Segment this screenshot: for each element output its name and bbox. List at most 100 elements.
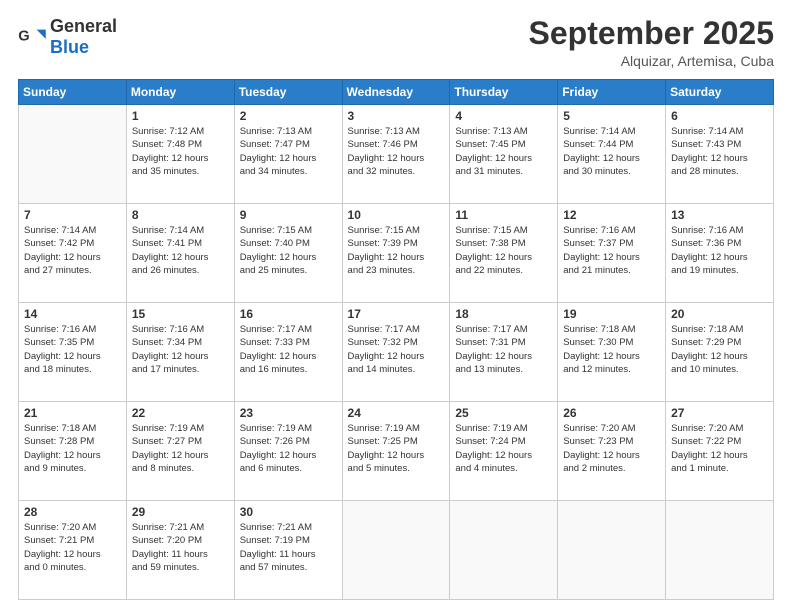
table-row: 17 Sunrise: 7:17 AM Sunset: 7:32 PM Dayli… (342, 303, 450, 402)
table-row: 26 Sunrise: 7:20 AM Sunset: 7:23 PM Dayli… (558, 402, 666, 501)
day-number: 17 (348, 307, 445, 321)
day-info: Sunrise: 7:19 AM Sunset: 7:24 PM Dayligh… (455, 422, 552, 475)
day-number: 9 (240, 208, 337, 222)
day-info: Sunrise: 7:15 AM Sunset: 7:40 PM Dayligh… (240, 224, 337, 277)
table-row: 5 Sunrise: 7:14 AM Sunset: 7:44 PM Daylig… (558, 105, 666, 204)
logo-icon: G (18, 26, 46, 48)
day-info: Sunrise: 7:16 AM Sunset: 7:34 PM Dayligh… (132, 323, 229, 376)
table-row: 30 Sunrise: 7:21 AM Sunset: 7:19 PM Dayli… (234, 501, 342, 600)
col-wednesday: Wednesday (342, 80, 450, 105)
day-number: 18 (455, 307, 552, 321)
calendar-table: Sunday Monday Tuesday Wednesday Thursday… (18, 79, 774, 600)
table-row: 8Sunrise: 7:14 AM Sunset: 7:41 PM Daylig… (126, 204, 234, 303)
day-info: Sunrise: 7:16 AM Sunset: 7:36 PM Dayligh… (671, 224, 768, 277)
col-thursday: Thursday (450, 80, 558, 105)
logo-blue: Blue (50, 37, 89, 57)
day-info: Sunrise: 7:18 AM Sunset: 7:29 PM Dayligh… (671, 323, 768, 376)
table-row: 24 Sunrise: 7:19 AM Sunset: 7:25 PM Dayli… (342, 402, 450, 501)
table-row: 27 Sunrise: 7:20 AM Sunset: 7:22 PM Dayli… (666, 402, 774, 501)
day-number: 5 (563, 109, 660, 123)
table-row (666, 501, 774, 600)
day-number: 24 (348, 406, 445, 420)
calendar-header-row: Sunday Monday Tuesday Wednesday Thursday… (19, 80, 774, 105)
day-info: Sunrise: 7:16 AM Sunset: 7:35 PM Dayligh… (24, 323, 121, 376)
day-info: Sunrise: 7:14 AM Sunset: 7:44 PM Dayligh… (563, 125, 660, 178)
day-info: Sunrise: 7:20 AM Sunset: 7:21 PM Dayligh… (24, 521, 121, 574)
day-number: 2 (240, 109, 337, 123)
table-row (19, 105, 127, 204)
day-number: 16 (240, 307, 337, 321)
day-info: Sunrise: 7:20 AM Sunset: 7:22 PM Dayligh… (671, 422, 768, 475)
table-row: 7Sunrise: 7:14 AM Sunset: 7:42 PM Daylig… (19, 204, 127, 303)
day-number: 19 (563, 307, 660, 321)
day-number: 3 (348, 109, 445, 123)
day-number: 21 (24, 406, 121, 420)
day-info: Sunrise: 7:20 AM Sunset: 7:23 PM Dayligh… (563, 422, 660, 475)
table-row: 14 Sunrise: 7:16 AM Sunset: 7:35 PM Dayli… (19, 303, 127, 402)
day-info: Sunrise: 7:21 AM Sunset: 7:20 PM Dayligh… (132, 521, 229, 574)
calendar-week-row: 28 Sunrise: 7:20 AM Sunset: 7:21 PM Dayli… (19, 501, 774, 600)
table-row: 22Sunrise: 7:19 AM Sunset: 7:27 PM Dayli… (126, 402, 234, 501)
month-title: September 2025 (529, 16, 774, 51)
table-row: 2 Sunrise: 7:13 AM Sunset: 7:47 PM Daylig… (234, 105, 342, 204)
day-info: Sunrise: 7:17 AM Sunset: 7:32 PM Dayligh… (348, 323, 445, 376)
day-number: 27 (671, 406, 768, 420)
location: Alquizar, Artemisa, Cuba (529, 53, 774, 69)
calendar-week-row: 14 Sunrise: 7:16 AM Sunset: 7:35 PM Dayli… (19, 303, 774, 402)
day-number: 10 (348, 208, 445, 222)
logo: G General Blue (18, 16, 117, 58)
day-info: Sunrise: 7:15 AM Sunset: 7:39 PM Dayligh… (348, 224, 445, 277)
day-info: Sunrise: 7:19 AM Sunset: 7:25 PM Dayligh… (348, 422, 445, 475)
table-row: 21 Sunrise: 7:18 AM Sunset: 7:28 PM Dayli… (19, 402, 127, 501)
day-number: 20 (671, 307, 768, 321)
day-info: Sunrise: 7:17 AM Sunset: 7:31 PM Dayligh… (455, 323, 552, 376)
day-info: Sunrise: 7:16 AM Sunset: 7:37 PM Dayligh… (563, 224, 660, 277)
day-number: 23 (240, 406, 337, 420)
table-row: 28 Sunrise: 7:20 AM Sunset: 7:21 PM Dayli… (19, 501, 127, 600)
calendar-week-row: 7Sunrise: 7:14 AM Sunset: 7:42 PM Daylig… (19, 204, 774, 303)
day-number: 12 (563, 208, 660, 222)
day-info: Sunrise: 7:18 AM Sunset: 7:28 PM Dayligh… (24, 422, 121, 475)
day-info: Sunrise: 7:21 AM Sunset: 7:19 PM Dayligh… (240, 521, 337, 574)
day-info: Sunrise: 7:13 AM Sunset: 7:46 PM Dayligh… (348, 125, 445, 178)
day-info: Sunrise: 7:14 AM Sunset: 7:42 PM Dayligh… (24, 224, 121, 277)
day-number: 29 (132, 505, 229, 519)
day-number: 30 (240, 505, 337, 519)
day-info: Sunrise: 7:13 AM Sunset: 7:45 PM Dayligh… (455, 125, 552, 178)
col-sunday: Sunday (19, 80, 127, 105)
svg-text:G: G (18, 29, 29, 45)
day-number: 14 (24, 307, 121, 321)
day-number: 26 (563, 406, 660, 420)
day-number: 4 (455, 109, 552, 123)
table-row: 15 Sunrise: 7:16 AM Sunset: 7:34 PM Dayli… (126, 303, 234, 402)
logo-general: General (50, 16, 117, 36)
table-row: 1Sunrise: 7:12 AM Sunset: 7:48 PM Daylig… (126, 105, 234, 204)
table-row: 6Sunrise: 7:14 AM Sunset: 7:43 PM Daylig… (666, 105, 774, 204)
day-number: 15 (132, 307, 229, 321)
day-number: 25 (455, 406, 552, 420)
day-info: Sunrise: 7:13 AM Sunset: 7:47 PM Dayligh… (240, 125, 337, 178)
col-saturday: Saturday (666, 80, 774, 105)
col-friday: Friday (558, 80, 666, 105)
day-number: 11 (455, 208, 552, 222)
table-row: 12 Sunrise: 7:16 AM Sunset: 7:37 PM Dayli… (558, 204, 666, 303)
table-row: 9 Sunrise: 7:15 AM Sunset: 7:40 PM Daylig… (234, 204, 342, 303)
day-info: Sunrise: 7:14 AM Sunset: 7:41 PM Dayligh… (132, 224, 229, 277)
table-row (342, 501, 450, 600)
table-row: 10 Sunrise: 7:15 AM Sunset: 7:39 PM Dayli… (342, 204, 450, 303)
table-row: 16Sunrise: 7:17 AM Sunset: 7:33 PM Dayli… (234, 303, 342, 402)
table-row: 29 Sunrise: 7:21 AM Sunset: 7:20 PM Dayli… (126, 501, 234, 600)
day-info: Sunrise: 7:18 AM Sunset: 7:30 PM Dayligh… (563, 323, 660, 376)
calendar-week-row: 21 Sunrise: 7:18 AM Sunset: 7:28 PM Dayli… (19, 402, 774, 501)
table-row: 4 Sunrise: 7:13 AM Sunset: 7:45 PM Daylig… (450, 105, 558, 204)
calendar-week-row: 1Sunrise: 7:12 AM Sunset: 7:48 PM Daylig… (19, 105, 774, 204)
table-row (450, 501, 558, 600)
day-info: Sunrise: 7:19 AM Sunset: 7:26 PM Dayligh… (240, 422, 337, 475)
day-info: Sunrise: 7:15 AM Sunset: 7:38 PM Dayligh… (455, 224, 552, 277)
table-row: 25 Sunrise: 7:19 AM Sunset: 7:24 PM Dayli… (450, 402, 558, 501)
table-row: 20 Sunrise: 7:18 AM Sunset: 7:29 PM Dayli… (666, 303, 774, 402)
day-info: Sunrise: 7:14 AM Sunset: 7:43 PM Dayligh… (671, 125, 768, 178)
day-number: 28 (24, 505, 121, 519)
col-monday: Monday (126, 80, 234, 105)
title-block: September 2025 Alquizar, Artemisa, Cuba (529, 16, 774, 69)
